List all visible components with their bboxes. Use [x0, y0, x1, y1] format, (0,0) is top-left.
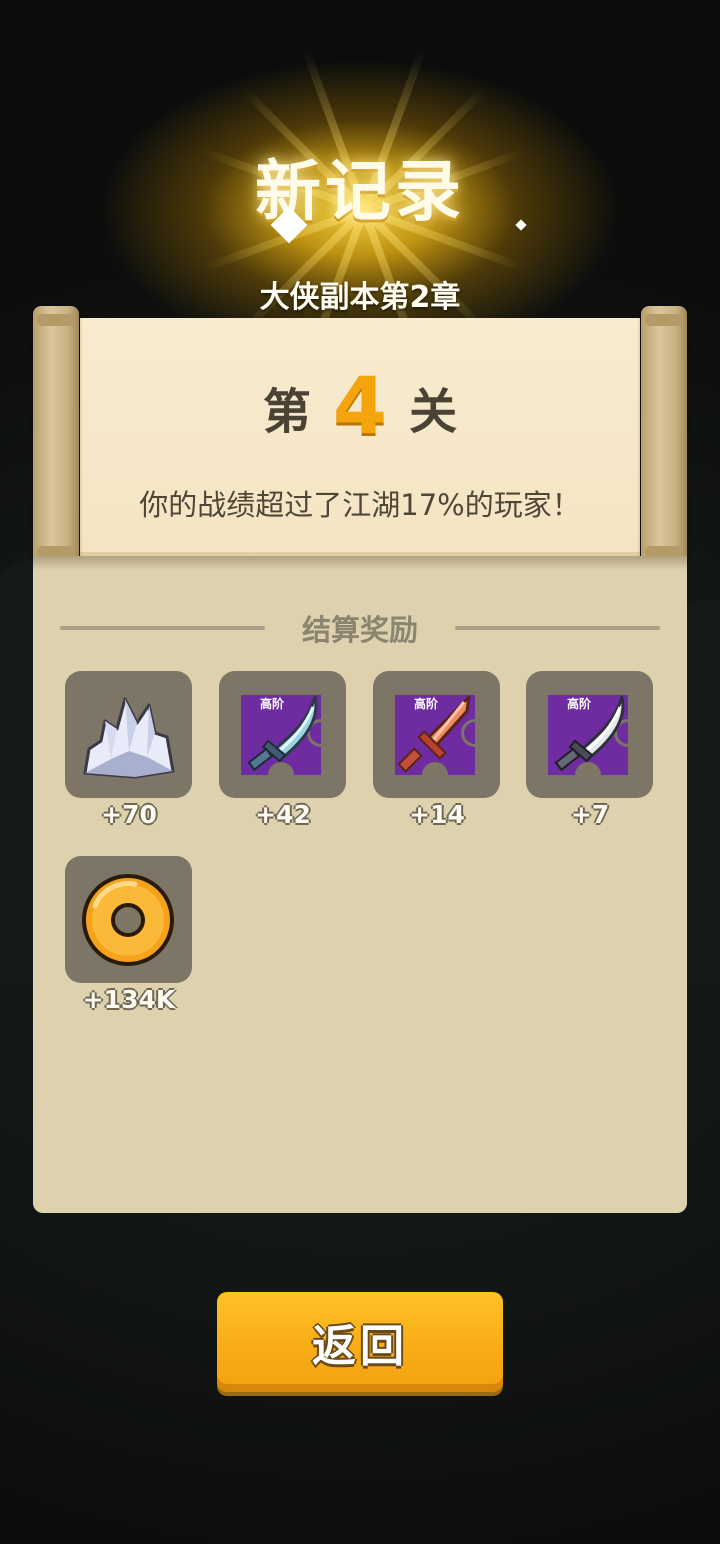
sword-fragment-icon: [397, 695, 471, 773]
stage-title: 第 4 关: [80, 362, 640, 452]
back-button[interactable]: 返回: [217, 1292, 503, 1392]
saber-fragment-icon: [247, 695, 318, 772]
rewards-title: 结算奖励: [301, 613, 418, 647]
reward-item-coin[interactable]: [65, 856, 192, 983]
reward-item-saber-fragment[interactable]: 高阶: [526, 671, 653, 798]
tier-badge: 高阶: [259, 697, 284, 711]
reward-count: +7: [570, 800, 610, 829]
scroll-roller-left: [33, 306, 79, 566]
new-record-title: 新记录: [255, 153, 465, 230]
stage-number: 4: [332, 362, 388, 452]
saber-fragment-icon: [554, 695, 625, 772]
reward-count: +70: [101, 800, 157, 829]
scroll-roller-right: [641, 306, 687, 566]
stage-prefix: 第: [262, 384, 311, 440]
chapter-title: 大侠副本第2章: [259, 280, 461, 315]
reward-count: +134K: [82, 985, 176, 1014]
coin-icon: [82, 874, 174, 966]
crystal-icon: [83, 697, 175, 779]
reward-item-sword-fragment[interactable]: 高阶: [373, 671, 500, 798]
stage-suffix: 关: [409, 384, 458, 440]
stage-description: 你的战绩超过了江湖17%的玩家！: [139, 488, 581, 522]
reward-item-saber-fragment[interactable]: 高阶: [219, 671, 346, 798]
reward-count: +42: [255, 800, 311, 829]
reward-item-crystal[interactable]: [65, 671, 192, 798]
tier-badge: 高阶: [413, 697, 438, 711]
reward-count: +14: [409, 800, 465, 829]
scroll-shadow: [33, 556, 687, 570]
result-screen: 新记录 大侠副本第2章 第 4 关 你的战绩超过了江湖17%的玩家！ 结算奖励 …: [0, 0, 720, 1544]
tier-badge: 高阶: [566, 697, 591, 711]
